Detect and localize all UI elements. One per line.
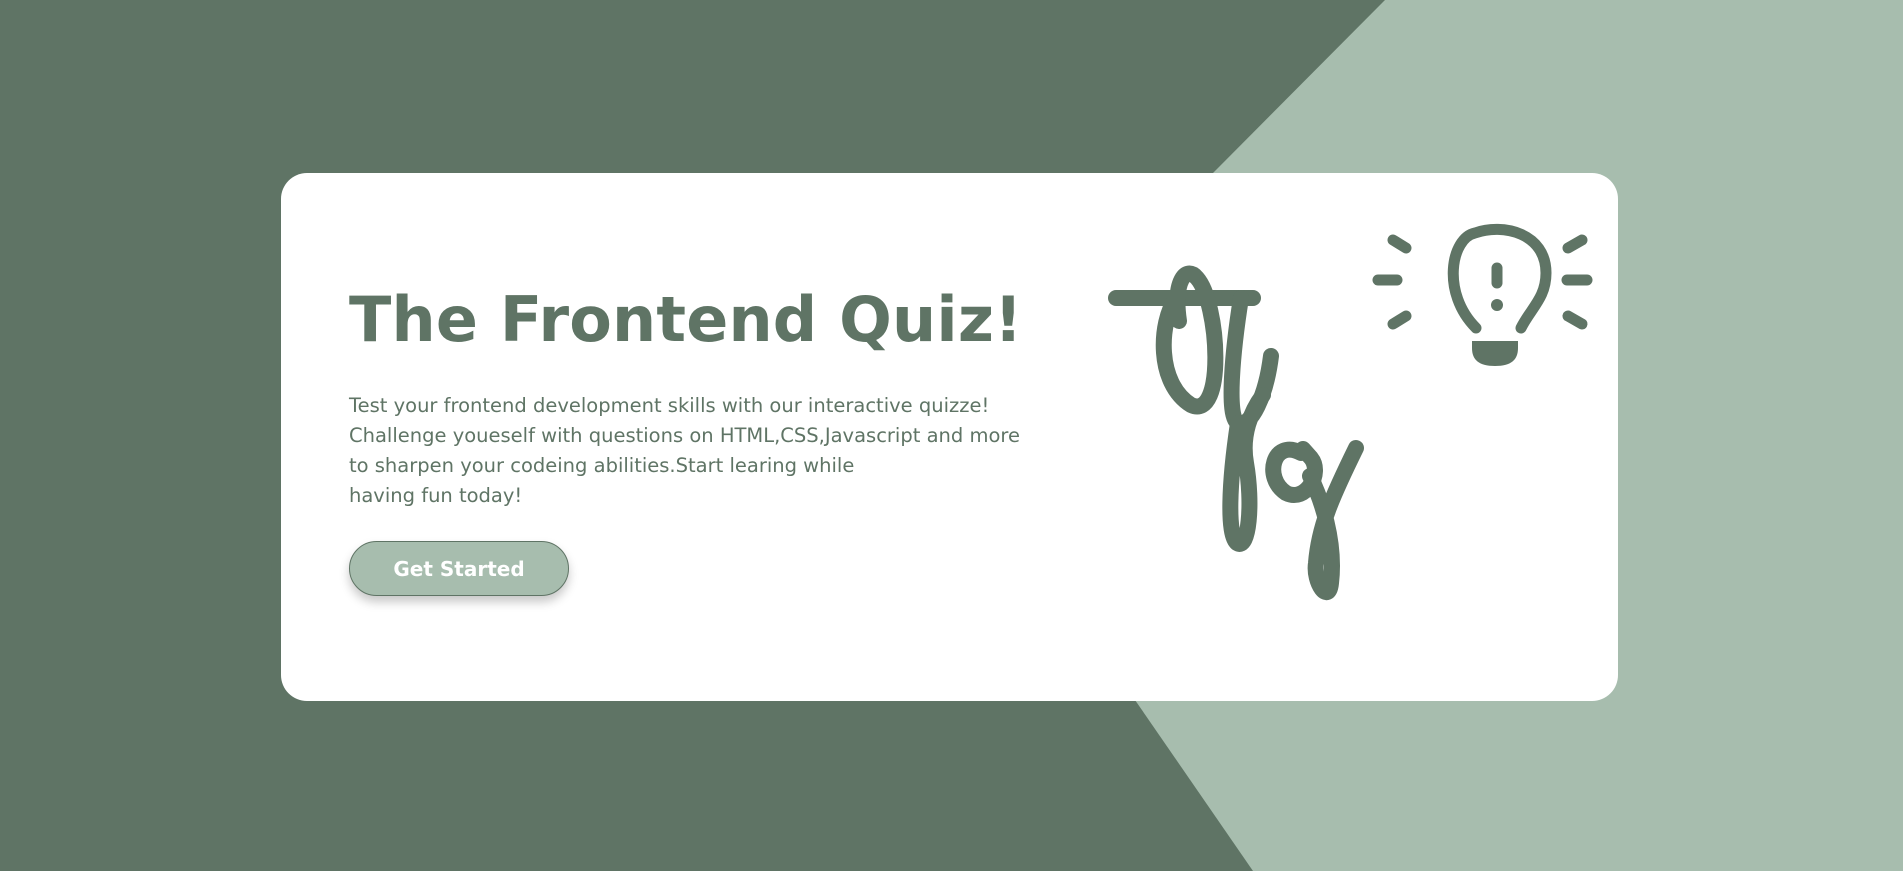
description-line: to sharpen your codeing abilities.Start …: [349, 454, 855, 477]
hero-content: The Frontend Quiz! Test your frontend de…: [349, 289, 1049, 596]
page-title: The Frontend Quiz!: [349, 283, 1023, 356]
lightbulb-base-icon: [1472, 341, 1518, 366]
hero-card: The Frontend Quiz! Test your frontend de…: [281, 173, 1618, 701]
get-started-button[interactable]: Get Started: [349, 541, 569, 596]
hero-description: Test your frontend development skills wi…: [349, 391, 1049, 511]
lightbulb-dot-icon: [1491, 299, 1503, 311]
tfq-logo-icon: [1108, 265, 1364, 601]
description-line: having fun today!: [349, 484, 523, 507]
hero-illustration: [1108, 223, 1593, 601]
description-line: Challenge youeself with questions on HTM…: [349, 424, 1020, 447]
description-line: Test your frontend development skills wi…: [349, 394, 990, 417]
lightbulb-icon: [1372, 223, 1593, 334]
